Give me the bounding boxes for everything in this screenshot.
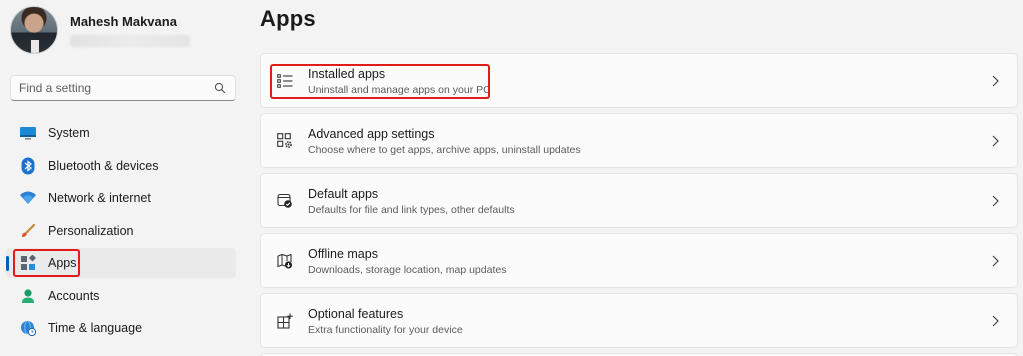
card-text: Optional features Extra functionality fo… [308, 307, 463, 336]
card-offline-maps[interactable]: Offline maps Downloads, storage location… [260, 233, 1018, 288]
sidebar-item-label: System [48, 126, 90, 140]
card-text: Offline maps Downloads, storage location… [308, 247, 506, 276]
sidebar-item-network[interactable]: Network & internet [6, 183, 236, 213]
card-text: Advanced app settings Choose where to ge… [308, 127, 581, 156]
chevron-right-icon [992, 195, 999, 207]
bluetooth-icon [18, 156, 38, 176]
page-title: Apps [260, 6, 316, 31]
card-title: Optional features [308, 307, 404, 321]
accounts-icon [18, 286, 38, 306]
sidebar-item-time-language[interactable]: Time & language [6, 313, 236, 343]
card-advanced-app-settings[interactable]: Advanced app settings Choose where to ge… [260, 113, 1018, 168]
user-profile[interactable]: Mahesh Makvana [10, 6, 190, 54]
card-title: Advanced app settings [308, 127, 435, 141]
app-gear-icon [275, 131, 295, 151]
sidebar-item-accounts[interactable]: Accounts [6, 281, 236, 311]
sidebar: Mahesh Makvana Find a setting System Blu… [0, 0, 246, 356]
sidebar-item-label: Bluetooth & devices [48, 158, 159, 173]
card-description: Defaults for file and link types, other … [308, 204, 515, 216]
chevron-right-icon [992, 315, 999, 327]
card-title: Default apps [308, 187, 379, 201]
sidebar-item-apps[interactable]: Apps [6, 248, 236, 278]
settings-list: Installed apps Uninstall and manage apps… [260, 53, 1018, 356]
brush-icon [18, 221, 38, 241]
sidebar-item-label: Time & language [48, 321, 143, 335]
sidebar-item-label: Personalization [48, 223, 134, 238]
annotation-highlight-installed-apps [270, 64, 490, 99]
search-placeholder: Find a setting [19, 81, 92, 95]
card-installed-apps[interactable]: Installed apps Uninstall and manage apps… [260, 53, 1018, 108]
system-icon [18, 123, 38, 143]
selection-indicator [6, 256, 9, 271]
card-optional-features[interactable]: Optional features Extra functionality fo… [260, 293, 1018, 348]
card-title: Offline maps [308, 247, 378, 261]
card-description: Choose where to get apps, archive apps, … [308, 144, 581, 156]
sidebar-item-label: Accounts [48, 288, 100, 303]
sidebar-item-bluetooth[interactable]: Bluetooth & devices [6, 151, 236, 181]
search-input[interactable]: Find a setting [10, 75, 236, 101]
search-icon[interactable] [213, 81, 227, 95]
card-text: Default apps Defaults for file and link … [308, 187, 515, 216]
sidebar-item-label: Network & internet [48, 191, 151, 205]
default-apps-icon [275, 191, 295, 211]
sidebar-item-system[interactable]: System [6, 118, 236, 148]
nav-list: System Bluetooth & devices Network & int… [6, 118, 236, 346]
profile-email-redacted [70, 34, 190, 47]
map-icon [275, 251, 295, 271]
optional-features-icon [275, 311, 295, 331]
annotation-highlight-apps [13, 249, 80, 277]
profile-name: Mahesh Makvana [70, 13, 177, 29]
network-icon [18, 188, 38, 208]
card-default-apps[interactable]: Default apps Defaults for file and link … [260, 173, 1018, 228]
globe-clock-icon [18, 318, 38, 338]
sidebar-item-personalization[interactable]: Personalization [6, 216, 236, 246]
card-description: Extra functionality for your device [308, 324, 463, 336]
avatar[interactable] [10, 6, 58, 54]
profile-text: Mahesh Makvana [70, 14, 190, 47]
card-description: Downloads, storage location, map updates [308, 264, 507, 276]
chevron-right-icon [992, 255, 999, 267]
chevron-right-icon [992, 135, 999, 147]
chevron-right-icon [992, 75, 999, 87]
